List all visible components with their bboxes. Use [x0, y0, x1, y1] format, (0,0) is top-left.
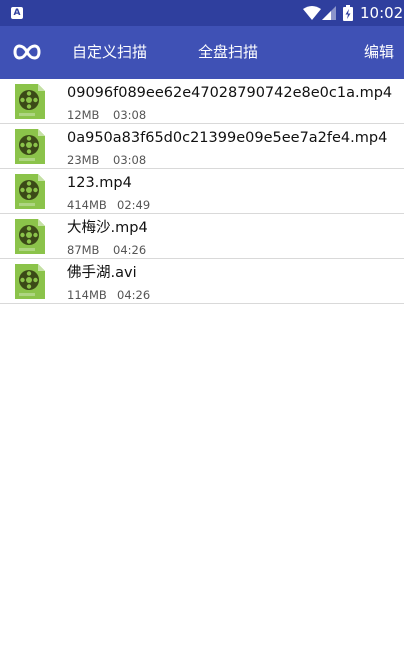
file-duration: 04:26: [117, 288, 151, 302]
signal-icon: [322, 6, 336, 20]
file-name: 大梅沙.mp4: [67, 220, 148, 236]
file-name: 佛手湖.avi: [67, 265, 137, 281]
file-duration: 03:08: [113, 108, 147, 122]
status-bar: A 10:02: [0, 0, 404, 26]
notification-app-icon: A: [11, 7, 23, 19]
file-size: 114MB: [67, 288, 107, 302]
file-list: 09096f089ee62e47028790742e8e0c1a.mp4 12M…: [0, 79, 404, 304]
video-file-icon: [15, 264, 45, 299]
wifi-icon: [303, 6, 321, 20]
video-file-icon: [15, 129, 45, 164]
video-file-icon: [15, 174, 45, 209]
file-duration: 03:08: [113, 153, 147, 167]
file-duration: 04:26: [113, 243, 147, 257]
file-size: 23MB: [67, 153, 100, 167]
file-name: 0a950a83f65d0c21399e09e5ee7a2fe4.mp4: [67, 130, 388, 146]
file-size: 12MB: [67, 108, 100, 122]
file-name: 09096f089ee62e47028790742e8e0c1a.mp4: [67, 85, 393, 101]
toolbar: 自定义扫描 全盘扫描 编辑: [0, 26, 404, 79]
file-row[interactable]: 大梅沙.mp4 87MB 04:26: [0, 214, 404, 259]
file-name: 123.mp4: [67, 175, 132, 191]
infinity-logo-icon[interactable]: [12, 39, 42, 65]
video-file-icon: [15, 84, 45, 119]
file-row[interactable]: 09096f089ee62e47028790742e8e0c1a.mp4 12M…: [0, 79, 404, 124]
status-time: 10:02: [360, 4, 404, 22]
custom-scan-button[interactable]: 自定义扫描: [72, 26, 147, 79]
file-duration: 02:49: [117, 198, 151, 212]
file-row[interactable]: 佛手湖.avi 114MB 04:26: [0, 259, 404, 304]
file-size: 414MB: [67, 198, 107, 212]
file-size: 87MB: [67, 243, 100, 257]
full-scan-button[interactable]: 全盘扫描: [198, 26, 258, 79]
battery-charging-icon: [343, 5, 353, 21]
edit-button[interactable]: 编辑: [364, 26, 394, 79]
video-file-icon: [15, 219, 45, 254]
file-row[interactable]: 123.mp4 414MB 02:49: [0, 169, 404, 214]
file-row[interactable]: 0a950a83f65d0c21399e09e5ee7a2fe4.mp4 23M…: [0, 124, 404, 169]
